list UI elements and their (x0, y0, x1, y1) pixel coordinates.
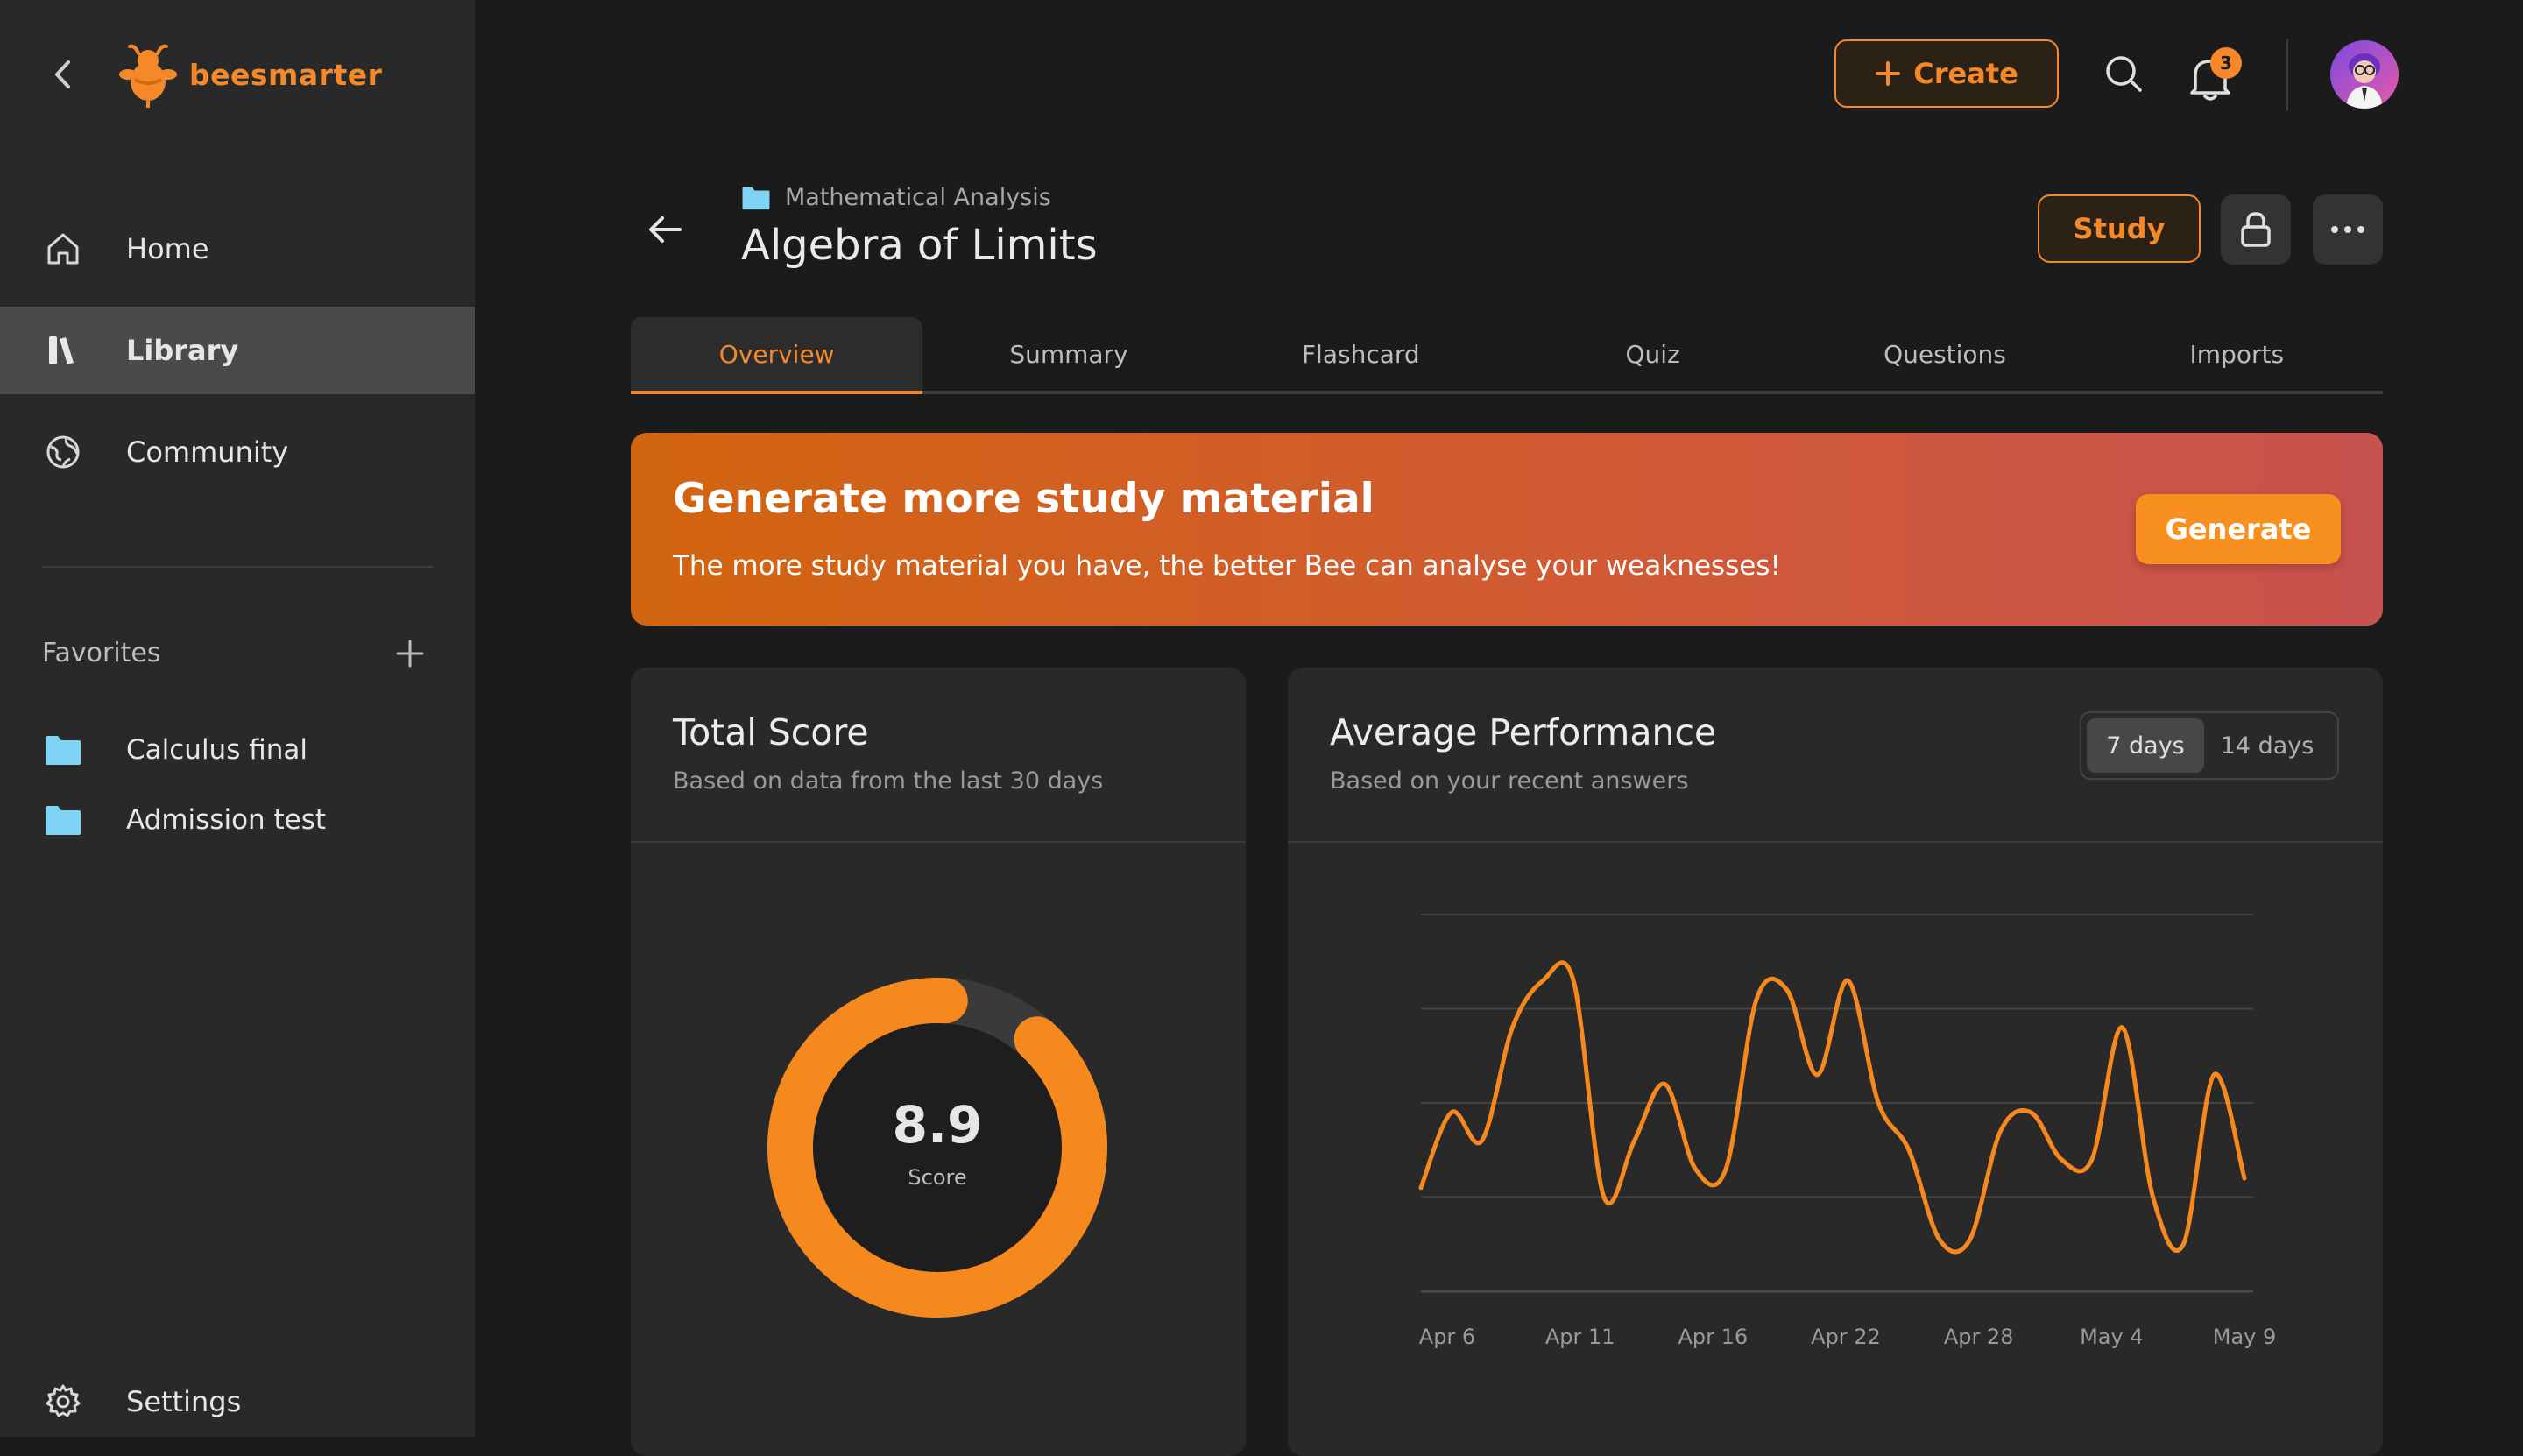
x-tick-label: May 9 (2213, 1325, 2277, 1349)
x-tick-label: Apr 28 (1944, 1325, 2014, 1349)
x-tick-label: Apr 22 (1811, 1325, 1881, 1349)
x-tick-label: Apr 11 (1545, 1325, 1615, 1349)
sidebar-item-home[interactable]: Home (0, 205, 475, 293)
search-icon[interactable] (2102, 53, 2145, 95)
card-subtitle: Based on data from the last 30 days (673, 767, 1104, 795)
add-favorite-icon[interactable] (392, 636, 428, 671)
range-7-days[interactable]: 7 days (2087, 718, 2204, 773)
lock-button[interactable] (2221, 194, 2291, 265)
range-14-days[interactable]: 14 days (2204, 718, 2330, 773)
more-horizontal-icon (2331, 226, 2364, 233)
tab-summary[interactable]: Summary (922, 317, 1214, 391)
generate-banner: Generate more study material The more st… (631, 433, 2383, 626)
card-separator (631, 841, 1246, 843)
bee-logo-icon (119, 44, 177, 108)
banner-title: Generate more study material (673, 475, 1375, 523)
total-score-card: Total Score Based on data from the last … (631, 668, 1246, 1456)
x-tick-label: Apr 16 (1678, 1325, 1748, 1349)
favorite-label: Calculus final (126, 734, 307, 766)
tab-bar: Overview Summary Flashcard Quiz Question… (631, 317, 2383, 394)
page-title: Algebra of Limits (741, 221, 1098, 270)
breadcrumb[interactable]: Mathematical Analysis (741, 184, 1051, 211)
card-title: Total Score (673, 711, 869, 753)
more-options-button[interactable] (2313, 194, 2383, 265)
study-button[interactable]: Study (2038, 194, 2201, 263)
home-icon (42, 228, 84, 270)
tab-flashcard[interactable]: Flashcard (1215, 317, 1507, 391)
sidebar-item-settings[interactable]: Settings (0, 1358, 475, 1445)
sidebar-divider (42, 566, 433, 568)
score-label: Score (908, 1165, 967, 1190)
chevron-left-icon (55, 60, 70, 88)
gear-icon (42, 1381, 84, 1423)
favorites-title: Favorites (42, 638, 161, 668)
tab-quiz[interactable]: Quiz (1507, 317, 1799, 391)
avatar[interactable] (2330, 40, 2399, 109)
card-subtitle: Based on your recent answers (1330, 767, 1689, 795)
sidebar-item-label: Settings (126, 1385, 242, 1418)
tab-overview[interactable]: Overview (631, 317, 923, 394)
create-button[interactable]: Create (1834, 39, 2059, 108)
brand-name: beesmarter (189, 57, 383, 92)
score-value: 8.9 (892, 1095, 983, 1155)
create-button-label: Create (1913, 57, 2018, 90)
sidebar-item-label: Home (126, 232, 209, 265)
notification-count-badge: 3 (2210, 47, 2242, 79)
topbar-divider (2286, 39, 2288, 110)
globe-icon (42, 431, 84, 473)
tab-imports[interactable]: Imports (2091, 317, 2383, 391)
favorite-label: Admission test (126, 804, 327, 836)
card-title: Average Performance (1330, 711, 1717, 753)
performance-line-chart: Apr 6 Apr 11 Apr 16 Apr 22 Apr 28 May 4 May 9 (1418, 914, 2277, 1349)
score-donut: 8.9 Score (762, 972, 1113, 1323)
logo-row: beesmarter (49, 35, 382, 114)
plus-icon (1876, 61, 1901, 86)
tab-questions[interactable]: Questions (1799, 317, 2090, 391)
back-arrow-icon[interactable] (645, 209, 687, 251)
performance-series-line (1418, 960, 2247, 1255)
sidebar: beesmarter Home Library Community Favori… (0, 0, 475, 1437)
range-toggle: 7 days 14 days (2080, 711, 2339, 780)
breadcrumb-label: Mathematical Analysis (785, 184, 1051, 211)
sidebar-item-community[interactable]: Community (0, 408, 475, 496)
favorite-item-admission-test[interactable]: Admission test (0, 792, 475, 848)
sidebar-item-label: Community (126, 435, 289, 469)
sidebar-item-label: Library (126, 334, 239, 367)
folder-icon (46, 806, 81, 835)
sidebar-item-library[interactable]: Library (0, 307, 475, 394)
collapse-sidebar-button[interactable] (49, 57, 75, 92)
average-performance-card: Average Performance Based on your recent… (1288, 668, 2383, 1456)
folder-icon (742, 187, 770, 209)
favorite-item-calculus-final[interactable]: Calculus final (0, 722, 475, 778)
lock-icon (2241, 212, 2271, 247)
user-avatar-icon (2330, 40, 2399, 109)
folder-icon (46, 736, 81, 765)
banner-subtitle: The more study material you have, the be… (673, 550, 1781, 582)
x-tick-label: May 4 (2080, 1325, 2144, 1349)
library-icon (42, 329, 84, 371)
x-tick-label: Apr 6 (1419, 1325, 1475, 1349)
generate-button[interactable]: Generate (2136, 494, 2341, 564)
